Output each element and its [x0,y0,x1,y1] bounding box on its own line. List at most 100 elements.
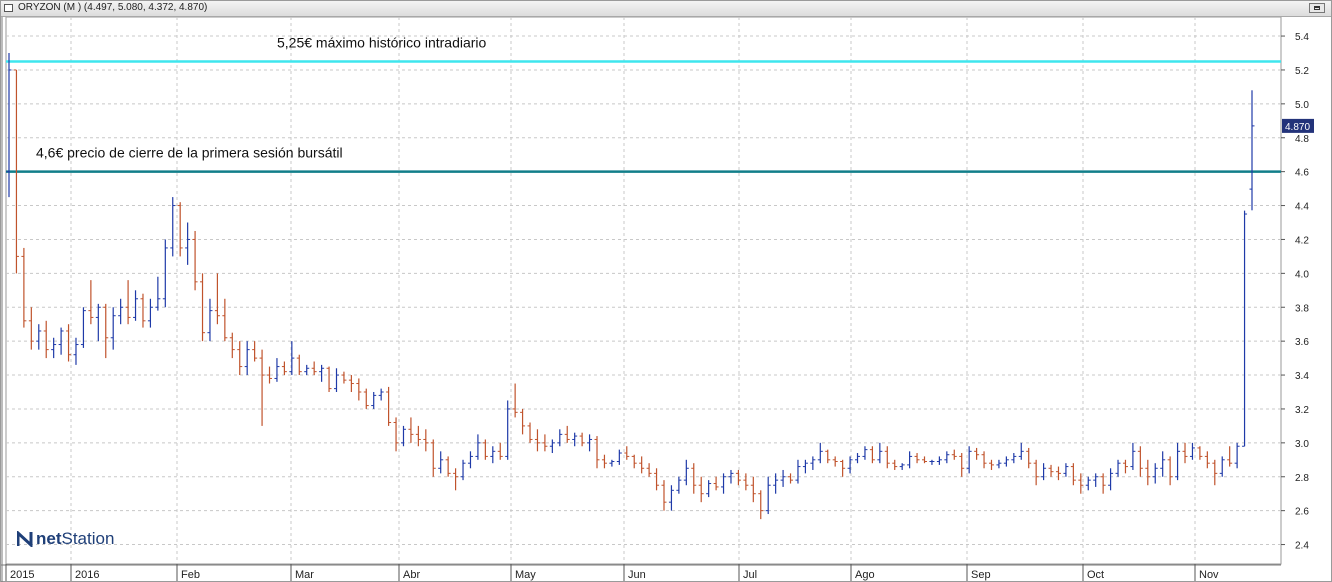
x-axis: 2015 2016 Feb Mar Abr May Jun Jul Ago Sep Oct Nov [1,564,1281,581]
ohlc-bar [706,480,712,498]
ohlc-bar [884,446,890,469]
ohlc-bar [490,446,496,464]
y-tick-label: 4.8 [1295,134,1309,145]
ohlc-bar [326,366,332,392]
ohlc-bar [862,446,868,460]
ohlc-bar [735,469,741,486]
x-tick-label: Abr [403,569,420,581]
ohlc-bar [386,386,392,426]
price-chart[interactable]: 5,25€ máximo histórico intradiario 4,6€ p… [1,17,1331,582]
y-axis: 2.4 2.6 2.8 3.0 3.2 3.4 3.6 3.8 4.0 4.2 4.4 4.6 4.8 5… [1281,32,1309,552]
ohlc-bar [125,280,131,325]
ohlc-bar [28,307,34,350]
ohlc-bar [944,451,950,464]
ohlc-bar [229,332,235,359]
ohlc-bar [333,368,339,392]
ohlc-bar [579,432,585,447]
ohlc-bar [668,485,674,511]
ohlc-bar [207,298,213,342]
ohlc-bar [73,337,79,365]
ohlc-bar [147,298,153,328]
ohlc-bar [21,247,27,328]
ohlc-bar [1167,456,1173,486]
ohlc-bar [609,459,615,467]
ohlc-bar [616,449,622,465]
x-tick-label: Mar [295,569,314,581]
ohlc-bar [133,290,139,321]
ohlc-bar [773,473,779,494]
ohlc-bar [356,378,362,401]
ohlc-bar [1003,456,1009,467]
hline-label-support: 4,6€ precio de cierre de la primera sesi… [36,145,343,161]
ohlc-bar [1175,442,1181,481]
ohlc-bar [676,476,682,494]
ohlc-bar [1219,456,1225,477]
ohlc-bar [564,425,570,443]
ohlc-bar [1145,459,1151,486]
ohlc-bar [788,473,794,484]
ohlc-bar [36,324,42,350]
ohlc-bar [691,463,697,494]
horizontal-lines: 5,25€ máximo histórico intradiario 4,6€ p… [6,34,1281,173]
chart-window: ORYZON (M ) (4.497, 5.080, 4.372, 4.870)… [0,0,1332,582]
ohlc-bar [281,361,287,376]
ohlc-bar [1234,442,1240,469]
ohlc-bar [177,202,183,257]
y-tick-label: 2.6 [1295,507,1309,518]
ohlc-bar [1242,210,1248,447]
ohlc-bar [1249,90,1255,211]
ohlc-bar [996,459,1002,469]
ohlc-bar [341,371,347,384]
ohlc-bar [1026,447,1032,469]
ohlc-bar [914,453,920,464]
last-price-label: 4.870 [1285,122,1310,133]
ohlc-bar [222,298,228,342]
ohlc-bar [1041,463,1047,481]
ohlc-bar [624,446,630,460]
ohlc-bar [981,451,987,469]
y-tick-label: 3.2 [1295,405,1309,416]
ohlc-bar [467,451,473,469]
ohlc-bar [252,341,258,362]
title-bar[interactable]: ORYZON (M ) (4.497, 5.080, 4.372, 4.870) [1,1,1331,17]
ohlc-bar [683,459,689,486]
y-tick-label: 2.4 [1295,541,1309,552]
ohlc-bar [155,276,161,311]
logo-text-station: Station [61,529,115,548]
ohlc-bar [453,468,459,491]
ohlc-bar [80,307,86,348]
ohlc-bar [922,456,928,464]
ohlc-bar [825,449,831,464]
hline-label-resistance: 5,25€ máximo histórico intradiario [277,34,487,50]
netstation-logo-icon [17,531,33,547]
y-tick-label: 2.8 [1295,473,1309,484]
x-tick-label: Jun [628,569,646,581]
ohlc-bar [192,230,198,291]
x-tick-label: Sep [971,569,991,581]
ohlc-bar [311,361,317,376]
ohlc-bar [1152,463,1158,484]
ohlc-bar [1018,442,1024,460]
ohlc-bar [847,456,853,474]
ohlc-bar [1070,463,1076,486]
ohlc-bar [1011,453,1017,464]
x-tick-label: Ago [855,569,875,581]
ohlc-bar [274,358,280,382]
ohlc-bar [393,417,399,452]
ohlc-bar [713,476,719,491]
plot-frame [5,17,1282,565]
ohlc-bar [1197,446,1203,460]
y-tick-label: 3.4 [1295,371,1309,382]
ohlc-bar [974,447,980,460]
ohlc-bar [988,459,994,470]
ohlc-bar [400,425,406,447]
ohlc-bar [758,490,764,520]
ohlc-bar [1108,468,1114,491]
ohlc-bar [319,364,325,382]
ohlc-bar [43,320,49,359]
ohlc-bar [795,459,801,484]
y-tick-label: 4.4 [1295,202,1309,213]
y-tick-label: 5.4 [1295,32,1309,43]
ohlc-bar [549,439,555,454]
maximize-icon[interactable] [1309,3,1325,13]
